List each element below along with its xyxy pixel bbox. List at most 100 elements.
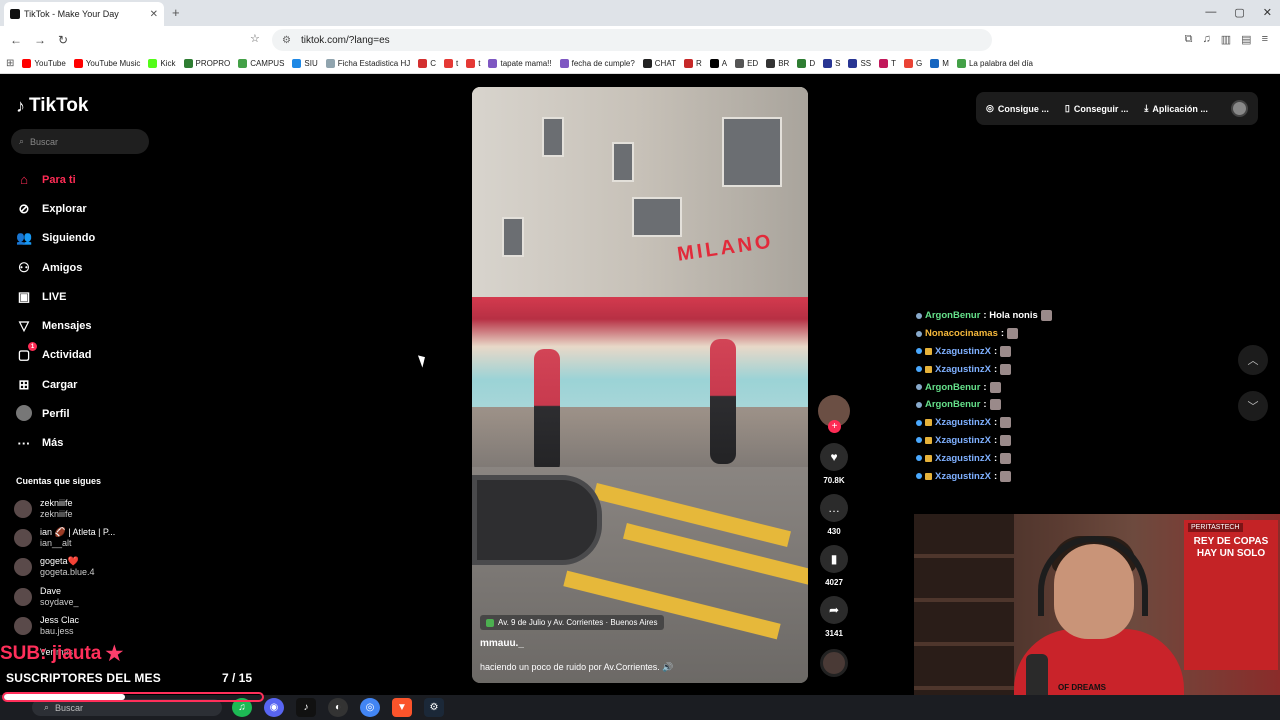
tab-close-icon[interactable]: ✕ xyxy=(150,9,158,20)
reload-icon[interactable]: ↻ xyxy=(58,33,68,47)
following-item[interactable]: zekniiife zekniiife xyxy=(14,494,115,523)
get-coins-button[interactable]: ◎ Consigue ... xyxy=(986,103,1049,114)
bookmark-item[interactable]: Kick xyxy=(148,59,176,68)
tiktok-icon[interactable]: ♪ xyxy=(296,698,316,717)
profile-avatar[interactable] xyxy=(1231,100,1248,117)
nav-item-explorar[interactable]: ⊘ Explorar xyxy=(16,194,95,223)
bookmark-item[interactable]: La palabra del día xyxy=(956,59,1033,68)
search-input[interactable]: ⌕ Buscar xyxy=(11,129,149,154)
following-item[interactable]: Jess Clac bau.jess xyxy=(14,611,115,640)
bookmark-item[interactable]: BR xyxy=(766,59,789,68)
profile-avatar-icon xyxy=(16,404,32,421)
bookmark-item[interactable]: SS xyxy=(848,59,871,68)
following-item[interactable]: gogeta❤️ gogeta.blue.4 xyxy=(14,553,115,582)
get-app-button[interactable]: ▯ Conseguir ... xyxy=(1065,103,1128,114)
site-info-icon[interactable]: ⚙ xyxy=(282,35,291,46)
chat-username: ArgonBenur xyxy=(925,381,981,393)
music-disc[interactable] xyxy=(820,649,848,677)
bookmark-item[interactable]: D xyxy=(797,59,815,68)
bookmark-item[interactable]: t xyxy=(444,59,458,68)
nav-item-amigos[interactable]: ⚇ Amigos xyxy=(16,253,95,282)
emote-icon xyxy=(1000,417,1012,429)
tiktok-logo[interactable]: ♪ TikTok xyxy=(16,95,88,117)
nav-item-live[interactable]: ▣ LIVE xyxy=(16,282,95,311)
video-player[interactable]: MILANO Av. 9 de Julio y Av. Corrientes ·… xyxy=(472,87,808,683)
nav-item-cargar[interactable]: ⊞ Cargar xyxy=(16,370,95,399)
bookmark-item[interactable]: fecha de cumple? xyxy=(559,59,635,68)
bookmark-item[interactable]: t xyxy=(466,59,480,68)
bookmark-label: C xyxy=(430,59,437,68)
close-window-icon[interactable]: ✕ xyxy=(1263,6,1272,19)
nav-icon: ⌂ xyxy=(20,172,28,188)
bookmark-item[interactable]: G xyxy=(904,59,922,68)
browser-tab[interactable]: TikTok - Make Your Day ✕ xyxy=(4,2,164,26)
bookmark-item[interactable]: SIU xyxy=(292,59,318,68)
download-app-button[interactable]: ⤓ Aplicación ... xyxy=(1144,103,1208,114)
discord-icon[interactable]: ◉ xyxy=(264,698,284,717)
video-author[interactable]: mmauu._ xyxy=(480,638,524,649)
bookmark-item[interactable]: T xyxy=(879,59,896,68)
emote-icon xyxy=(989,399,1001,411)
nav-item-actividad[interactable]: ▢ 1 Actividad xyxy=(16,341,95,370)
new-tab-button[interactable]: + xyxy=(172,5,180,20)
bookmark-item[interactable]: ED xyxy=(735,59,758,68)
bookmark-item[interactable]: S xyxy=(823,59,840,68)
bookmark-label: t xyxy=(456,59,459,68)
bookmark-item[interactable]: tapate mama!! xyxy=(488,59,552,68)
avatar xyxy=(14,499,32,518)
obs-icon[interactable]: ◐ xyxy=(328,698,348,717)
comment-count: 430 xyxy=(827,527,841,536)
menu-icon[interactable]: ≡ xyxy=(1262,33,1268,46)
video-location-tag[interactable]: Av. 9 de Julio y Av. Corrientes · Buenos… xyxy=(480,615,664,630)
nav-label: Para ti xyxy=(42,173,76,186)
extensions-icon[interactable]: ⧉ xyxy=(1185,33,1193,46)
nav-item-siguiendo[interactable]: 👥 Siguiendo xyxy=(16,224,95,253)
chat-message: : xyxy=(993,452,998,464)
bookmark-item[interactable]: CHAT xyxy=(642,59,676,68)
minimize-icon[interactable]: — xyxy=(1205,6,1216,19)
apps-icon[interactable]: ⊞ xyxy=(6,58,14,69)
nav-icon-wrap: ⊞ xyxy=(16,377,32,393)
bookmark-item[interactable]: PROPRO xyxy=(183,59,230,68)
gift-badge-icon xyxy=(925,436,932,444)
following-item[interactable]: Dave soydave_ xyxy=(14,582,115,611)
bookmark-item[interactable]: R xyxy=(683,59,702,68)
sub-badge-icon xyxy=(916,366,922,373)
bookmark-item[interactable]: Ficha Estadistica HJ xyxy=(325,59,410,68)
bookmark-item[interactable]: YouTube Music xyxy=(73,59,140,68)
share-button[interactable]: ➦ xyxy=(820,596,848,624)
nav-item-perfil[interactable]: Perfil xyxy=(16,399,95,428)
bookmark-star-icon[interactable]: ☆ xyxy=(250,32,260,45)
previous-video-button[interactable]: ︿ xyxy=(1238,345,1268,375)
back-icon[interactable]: ← xyxy=(10,33,22,47)
brave-icon[interactable]: ▼ xyxy=(392,698,412,717)
bookmark-item[interactable]: CAMPUS xyxy=(238,59,284,68)
following-item[interactable]: ian 🏈 | Atleta | P... ian__alt xyxy=(14,523,115,552)
location-icon xyxy=(486,618,494,627)
author-avatar[interactable]: + xyxy=(818,395,850,433)
nav-item-mensajes[interactable]: ▽ Mensajes xyxy=(16,311,95,340)
sidebar-icon[interactable]: ▥ xyxy=(1221,33,1231,46)
nav-item-m-s[interactable]: ··· Más xyxy=(16,429,95,458)
bookmark-favicon-icon xyxy=(325,59,335,68)
maximize-icon[interactable]: ▢ xyxy=(1234,6,1244,19)
like-button[interactable]: ♥ xyxy=(820,443,848,471)
comment-button[interactable]: … xyxy=(820,494,848,522)
next-video-button[interactable]: ﹀ xyxy=(1238,391,1268,421)
wallet-icon[interactable]: ▤ xyxy=(1241,33,1251,46)
media-icon[interactable]: ♫ xyxy=(1203,33,1211,46)
bookmark-item[interactable]: A xyxy=(709,59,727,68)
coin-icon: ◎ xyxy=(986,103,994,113)
bookmark-item[interactable]: C xyxy=(418,59,436,68)
chrome-icon[interactable]: ◎ xyxy=(360,698,380,717)
video-caption: haciendo un poco de ruido por Av.Corrien… xyxy=(480,662,674,672)
save-button[interactable]: ▮ xyxy=(820,545,848,573)
nav-item-para-ti[interactable]: ⌂ Para ti xyxy=(16,165,95,194)
follow-plus-icon[interactable]: + xyxy=(828,420,841,433)
address-bar[interactable]: ⚙ tiktok.com/?lang=es xyxy=(272,29,992,51)
bookmark-item[interactable]: M xyxy=(930,59,949,68)
forward-icon[interactable]: → xyxy=(34,33,46,47)
shirt-text: OF DREAMS xyxy=(1058,683,1106,692)
steam-icon[interactable]: ⚙ xyxy=(424,698,444,717)
bookmark-item[interactable]: YouTube xyxy=(22,59,66,68)
